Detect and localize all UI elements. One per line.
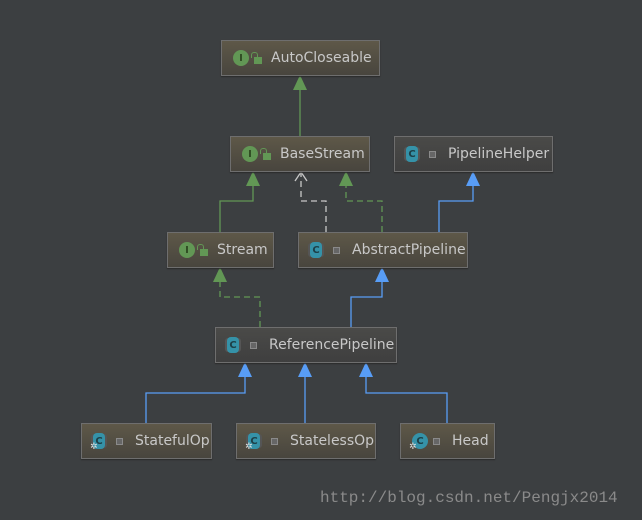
node-referencepipeline[interactable]: C ReferencePipeline (215, 327, 397, 363)
static-gear-icon: ✲ (90, 442, 98, 452)
package-private-icon (429, 150, 436, 158)
edge-statefulop-referencepipeline (145, 377, 246, 423)
node-label: StatelessOp (290, 433, 375, 449)
node-autocloseable[interactable]: I AutoCloseable (221, 40, 380, 76)
edge-stream-basestream (219, 186, 254, 232)
abstract-inner-class-icon: C ✲ (90, 433, 105, 452)
abstract-class-icon: C (406, 146, 418, 162)
abstract-inner-class-icon: C ✲ (245, 433, 260, 452)
abstract-class-icon: C (227, 337, 239, 353)
node-statefulop[interactable]: C ✲ StatefulOp (81, 423, 212, 459)
public-lock-icon (197, 243, 208, 256)
edge-referencepipeline-abstractpipeline (350, 282, 383, 327)
arrowhead-basestream-implements (339, 171, 353, 186)
arrowhead-referencepipeline-3 (359, 362, 373, 377)
node-head[interactable]: C ✲ Head (400, 423, 495, 459)
arrowhead-referencepipeline-2 (298, 362, 312, 377)
interface-icon: I (233, 50, 249, 66)
edge-head-referencepipeline (365, 377, 448, 423)
node-abstractpipeline[interactable]: C AbstractPipeline (298, 232, 468, 268)
node-label: AutoCloseable (271, 50, 372, 66)
package-private-icon (271, 437, 278, 445)
edge-abstractpipeline-basestream-dependency (300, 172, 327, 232)
inner-class-icon: C ✲ (409, 433, 428, 452)
node-label: Head (452, 433, 489, 449)
abstract-class-icon: C (310, 242, 322, 258)
node-label: Stream (217, 242, 268, 258)
node-label: ReferencePipeline (269, 337, 395, 353)
edge-abstractpipeline-basestream-implements (345, 186, 383, 232)
package-private-icon (433, 437, 440, 445)
node-stream[interactable]: I Stream (167, 232, 274, 268)
interface-icon: I (242, 146, 258, 162)
public-lock-icon (251, 51, 262, 64)
interface-icon: I (179, 242, 195, 258)
edge-referencepipeline-stream (219, 282, 261, 327)
node-pipelinehelper[interactable]: C PipelineHelper (394, 136, 553, 172)
watermark: http://blog.csdn.net/Pengjx2014 (320, 489, 618, 507)
node-label: StatefulOp (135, 433, 210, 449)
arrowhead-stream (213, 267, 227, 282)
static-gear-icon: ✲ (409, 442, 417, 452)
package-private-icon (116, 437, 123, 445)
public-lock-icon (260, 147, 271, 160)
arrowhead-autocloseable (293, 75, 307, 90)
node-basestream[interactable]: I BaseStream (230, 136, 370, 172)
package-private-icon (333, 246, 340, 254)
node-statelessop[interactable]: C ✲ StatelessOp (236, 423, 376, 459)
arrowhead-abstractpipeline (375, 267, 389, 282)
node-label: BaseStream (280, 146, 365, 162)
arrowhead-referencepipeline-1 (238, 362, 252, 377)
node-label: AbstractPipeline (352, 242, 466, 258)
arrowhead-pipelinehelper (466, 171, 480, 186)
edge-abstractpipeline-pipelinehelper (438, 186, 474, 232)
static-gear-icon: ✲ (245, 442, 253, 452)
package-private-icon (250, 341, 257, 349)
arrowhead-basestream-green (246, 171, 260, 186)
node-label: PipelineHelper (448, 146, 550, 162)
